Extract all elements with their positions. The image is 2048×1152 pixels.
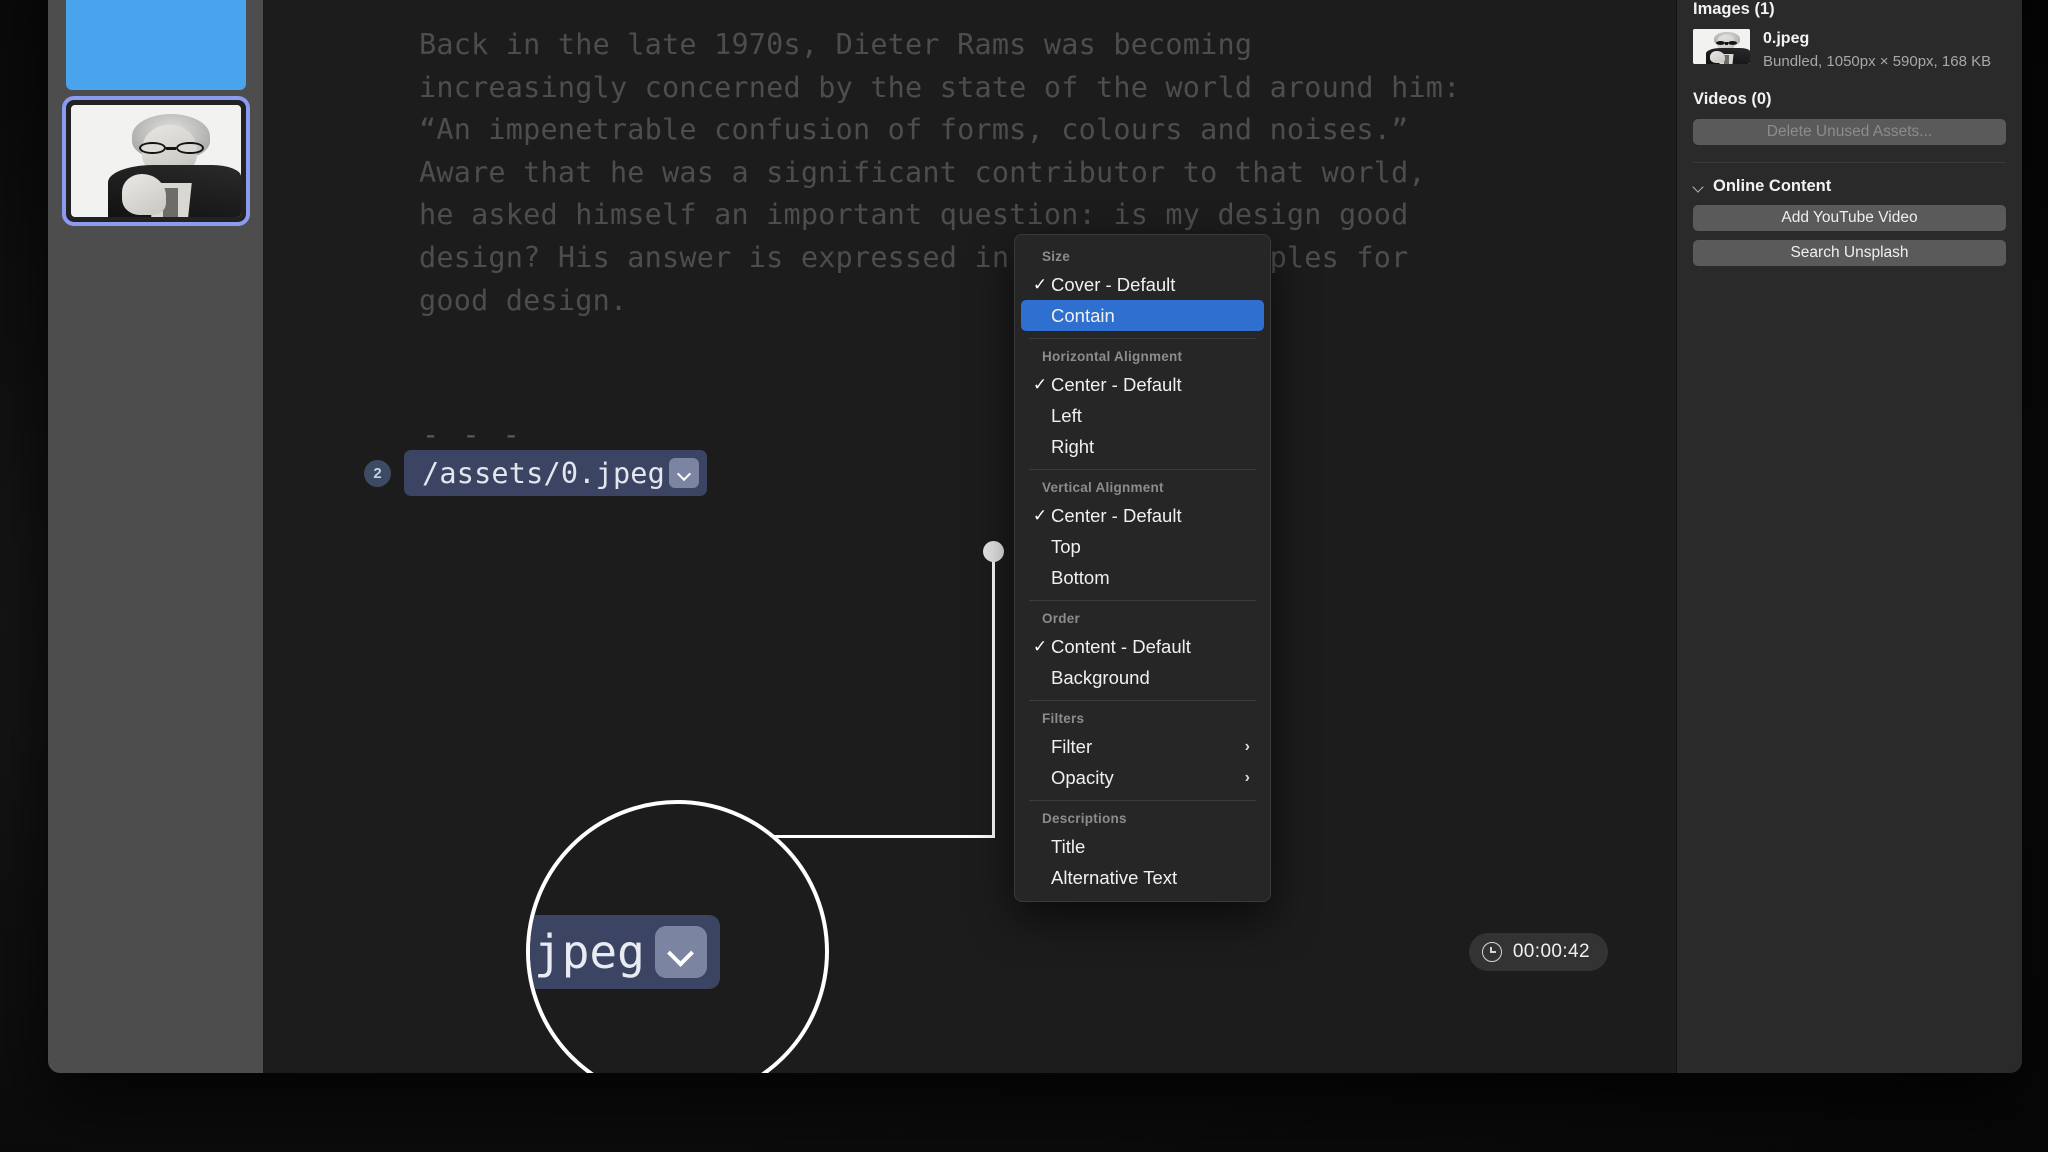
add-youtube-video-button[interactable]: Add YouTube Video bbox=[1693, 205, 2006, 231]
menu-item-label: Alternative Text bbox=[1051, 867, 1252, 889]
asset-path-label: /assets/0.jpeg bbox=[422, 457, 665, 490]
horizontal-rule-text[interactable]: - - - bbox=[422, 420, 523, 450]
delete-unused-assets-button[interactable]: Delete Unused Assets... bbox=[1693, 119, 2006, 145]
glasses-lens-left bbox=[1716, 41, 1725, 45]
app-window: Back in the late 1970s, Dieter Rams was … bbox=[48, 0, 2022, 1073]
online-content-title: Online Content bbox=[1713, 177, 1831, 196]
portrait-image bbox=[71, 105, 241, 217]
menu-item-content-default[interactable]: ✓Content - Default bbox=[1021, 631, 1264, 662]
asset-thumbnail bbox=[1693, 29, 1750, 64]
glasses-lens-right bbox=[1728, 41, 1737, 45]
portrait-glasses bbox=[1716, 41, 1738, 45]
menu-section-title: Filters bbox=[1015, 703, 1270, 731]
magnifier-callout: jpeg bbox=[526, 800, 829, 1073]
portrait-hand bbox=[1710, 51, 1725, 64]
magnified-asset-label: jpeg bbox=[534, 925, 645, 979]
menu-item-center-default[interactable]: ✓Center - Default bbox=[1021, 500, 1264, 531]
glasses-lens-left bbox=[139, 142, 166, 154]
videos-section-heading: Videos (0) bbox=[1693, 90, 2006, 109]
chevron-down-icon[interactable] bbox=[1693, 183, 1704, 190]
slide-thumbnail-portrait[interactable] bbox=[66, 100, 246, 222]
menu-separator bbox=[1029, 600, 1256, 601]
chevron-down-icon[interactable] bbox=[669, 458, 699, 488]
checkmark-icon: ✓ bbox=[1029, 376, 1051, 393]
menu-item-label: Center - Default bbox=[1051, 374, 1252, 396]
slide-thumbnail-blue[interactable] bbox=[66, 0, 246, 90]
menu-item-label: Right bbox=[1051, 436, 1252, 458]
callout-leader-line-vertical bbox=[992, 554, 995, 838]
asset-list-item[interactable]: 0.jpeg Bundled, 1050px × 590px, 168 KB bbox=[1693, 29, 2006, 70]
asset-path-pill[interactable]: /assets/0.jpeg bbox=[404, 450, 707, 496]
checkmark-icon: ✓ bbox=[1029, 276, 1051, 293]
assets-inspector-panel[interactable]: Images (1) 0.jpeg bbox=[1676, 0, 2022, 1073]
asset-filename: 0.jpeg bbox=[1763, 30, 1991, 48]
asset-thumbnail-image bbox=[1693, 29, 1750, 64]
menu-item-contain[interactable]: Contain bbox=[1021, 300, 1264, 331]
menu-item-opacity[interactable]: Opacity› bbox=[1021, 762, 1264, 793]
menu-item-label: Title bbox=[1051, 836, 1252, 858]
asset-details: Bundled, 1050px × 590px, 168 KB bbox=[1763, 53, 1991, 70]
menu-item-top[interactable]: Top bbox=[1021, 531, 1264, 562]
callout-anchor-dot bbox=[983, 541, 1004, 562]
menu-section-title: Horizontal Alignment bbox=[1015, 341, 1270, 369]
menu-item-cover-default[interactable]: ✓Cover - Default bbox=[1021, 269, 1264, 300]
menu-section-title: Descriptions bbox=[1015, 803, 1270, 831]
online-content-group-header[interactable]: Online Content bbox=[1693, 177, 2006, 196]
menu-section-title: Order bbox=[1015, 603, 1270, 631]
slide-navigator[interactable] bbox=[48, 0, 264, 1073]
menu-item-center-default[interactable]: ✓Center - Default bbox=[1021, 369, 1264, 400]
chevron-down-icon bbox=[655, 926, 707, 978]
menu-item-bottom[interactable]: Bottom bbox=[1021, 562, 1264, 593]
menu-item-title[interactable]: Title bbox=[1021, 831, 1264, 862]
inspector-divider bbox=[1693, 162, 2006, 163]
menu-item-label: Content - Default bbox=[1051, 636, 1252, 658]
menu-item-background[interactable]: Background bbox=[1021, 662, 1264, 693]
slide-canvas[interactable]: Back in the late 1970s, Dieter Rams was … bbox=[264, 0, 1676, 1073]
menu-item-label: Left bbox=[1051, 405, 1252, 427]
menu-item-label: Top bbox=[1051, 536, 1252, 558]
menu-item-left[interactable]: Left bbox=[1021, 400, 1264, 431]
clock-icon bbox=[1482, 942, 1502, 962]
timer-value: 00:00:42 bbox=[1513, 941, 1590, 963]
menu-separator bbox=[1029, 338, 1256, 339]
presentation-timer-badge[interactable]: 00:00:42 bbox=[1469, 933, 1608, 971]
asset-reference-row[interactable]: 2 /assets/0.jpeg bbox=[364, 450, 707, 496]
checkmark-icon: ✓ bbox=[1029, 507, 1051, 524]
menu-item-label: Center - Default bbox=[1051, 505, 1252, 527]
menu-item-label: Filter bbox=[1051, 736, 1245, 758]
menu-item-label: Bottom bbox=[1051, 567, 1252, 589]
menu-item-label: Cover - Default bbox=[1051, 274, 1252, 296]
menu-item-label: Contain bbox=[1051, 305, 1252, 327]
menu-item-filter[interactable]: Filter› bbox=[1021, 731, 1264, 762]
portrait-glasses bbox=[139, 142, 204, 154]
asset-metadata: 0.jpeg Bundled, 1050px × 590px, 168 KB bbox=[1763, 29, 1991, 70]
menu-item-right[interactable]: Right bbox=[1021, 431, 1264, 462]
menu-item-alternative-text[interactable]: Alternative Text bbox=[1021, 862, 1264, 893]
menu-separator bbox=[1029, 700, 1256, 701]
glasses-bridge bbox=[1725, 42, 1728, 45]
menu-section-title: Vertical Alignment bbox=[1015, 472, 1270, 500]
menu-section-title: Size bbox=[1015, 241, 1270, 269]
chevron-right-icon: › bbox=[1245, 738, 1252, 756]
menu-separator bbox=[1029, 469, 1256, 470]
images-section-heading: Images (1) bbox=[1693, 0, 2006, 19]
image-options-context-menu[interactable]: Size✓Cover - DefaultContainHorizontal Al… bbox=[1014, 234, 1271, 902]
glasses-bridge bbox=[166, 147, 176, 150]
asset-index-badge: 2 bbox=[364, 460, 391, 487]
checkmark-icon: ✓ bbox=[1029, 638, 1051, 655]
magnified-asset-pill: jpeg bbox=[526, 915, 720, 989]
menu-item-label: Background bbox=[1051, 667, 1252, 689]
slide-body-text[interactable]: Back in the late 1970s, Dieter Rams was … bbox=[419, 24, 1474, 322]
chevron-right-icon: › bbox=[1245, 769, 1252, 787]
search-unsplash-button[interactable]: Search Unsplash bbox=[1693, 240, 2006, 266]
menu-separator bbox=[1029, 800, 1256, 801]
glasses-lens-right bbox=[176, 142, 203, 154]
menu-item-label: Opacity bbox=[1051, 767, 1245, 789]
portrait-hand bbox=[122, 174, 166, 214]
